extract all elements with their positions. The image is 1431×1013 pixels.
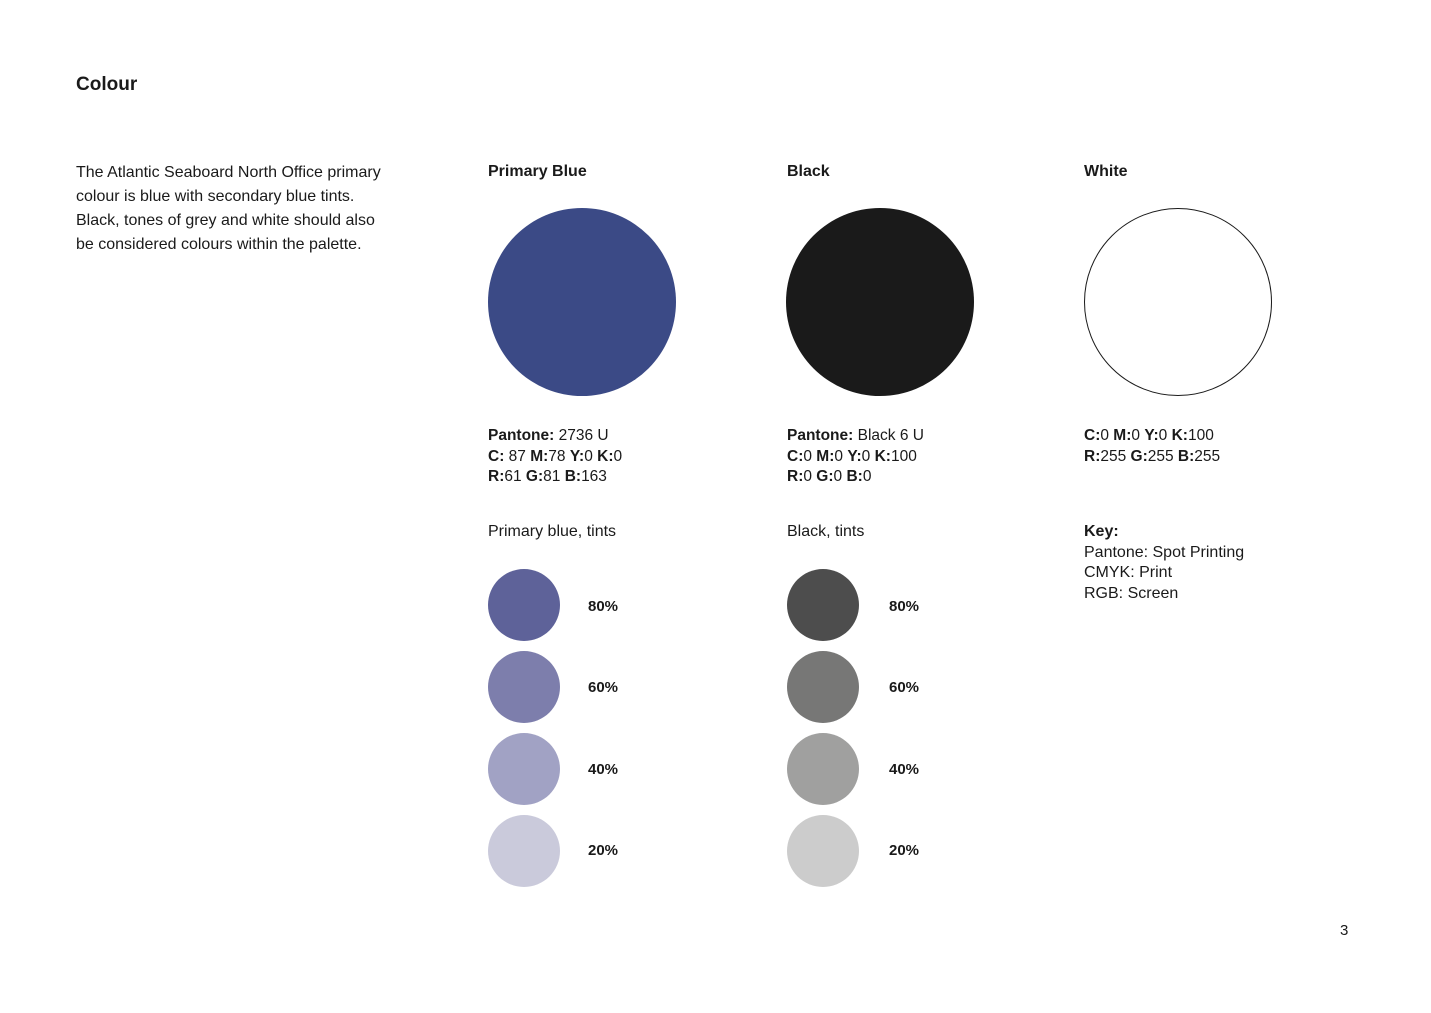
black-specs: Pantone: Black 6 U C:0 M:0 Y:0 K:100 R:0… [787, 426, 924, 488]
black-tints-title: Black, tints [787, 523, 865, 540]
blue-tint-80-label: 80% [588, 598, 619, 615]
black-tint-20-label: 20% [889, 842, 920, 859]
black-tint-80-swatch [787, 569, 859, 641]
key-line-rgb: RGB: Screen [1084, 584, 1179, 602]
black-tint-60-label: 60% [889, 679, 920, 696]
black-title: Black [787, 163, 830, 180]
primary-blue-title: Primary Blue [488, 163, 587, 180]
white-swatch [1084, 208, 1272, 396]
key-line-cmyk: CMYK: Print [1084, 564, 1173, 581]
blue-tint-60-swatch [488, 651, 560, 723]
cmyk-line: C:0 M:0 Y:0 K:100 [787, 447, 917, 465]
white-title: White [1084, 163, 1128, 180]
blue-tint-20-label: 20% [588, 842, 619, 859]
pantone-line: Pantone: 2736 U [488, 427, 609, 444]
key-line-pantone: Pantone: Spot Printing [1084, 543, 1245, 561]
black-tint-80-label: 80% [889, 598, 920, 615]
black-swatch [786, 208, 974, 396]
blue-tint-40-label: 40% [588, 761, 619, 778]
page-title: Colour [76, 74, 138, 95]
primary-blue-tints-title: Primary blue, tints [488, 523, 617, 540]
black-tint-60-swatch [787, 651, 859, 723]
primary-blue-swatch [488, 208, 676, 396]
pantone-line: Pantone: Black 6 U [787, 427, 924, 444]
black-tint-40-label: 40% [889, 761, 920, 778]
page-number: 3 [1340, 922, 1349, 939]
blue-tint-60-label: 60% [588, 679, 619, 696]
black-tint-40-swatch [787, 733, 859, 805]
cmyk-line: C:0 M:0 Y:0 K:100 [1084, 427, 1214, 444]
rgb-line: R:255 G:255 B:255 [1084, 447, 1221, 465]
intro-paragraph: The Atlantic Seaboard North Office prima… [76, 164, 381, 253]
white-specs: C:0 M:0 Y:0 K:100 R:255 G:255 B:255 [1084, 426, 1220, 467]
key-title: Key: [1084, 523, 1119, 540]
key-legend: Key: Pantone: Spot Printing CMYK: Print … [1084, 522, 1244, 604]
black-tint-20-swatch [787, 815, 859, 887]
blue-tint-80-swatch [488, 569, 560, 641]
rgb-line: R:0 G:0 B:0 [787, 468, 872, 485]
rgb-line: R:61 G:81 B:163 [488, 468, 607, 485]
primary-blue-specs: Pantone: 2736 U C: 87 M:78 Y:0 K:0 R:61 … [488, 426, 622, 488]
cmyk-line: C: 87 M:78 Y:0 K:0 [488, 447, 623, 465]
blue-tint-40-swatch [488, 733, 560, 805]
blue-tint-20-swatch [488, 815, 560, 887]
